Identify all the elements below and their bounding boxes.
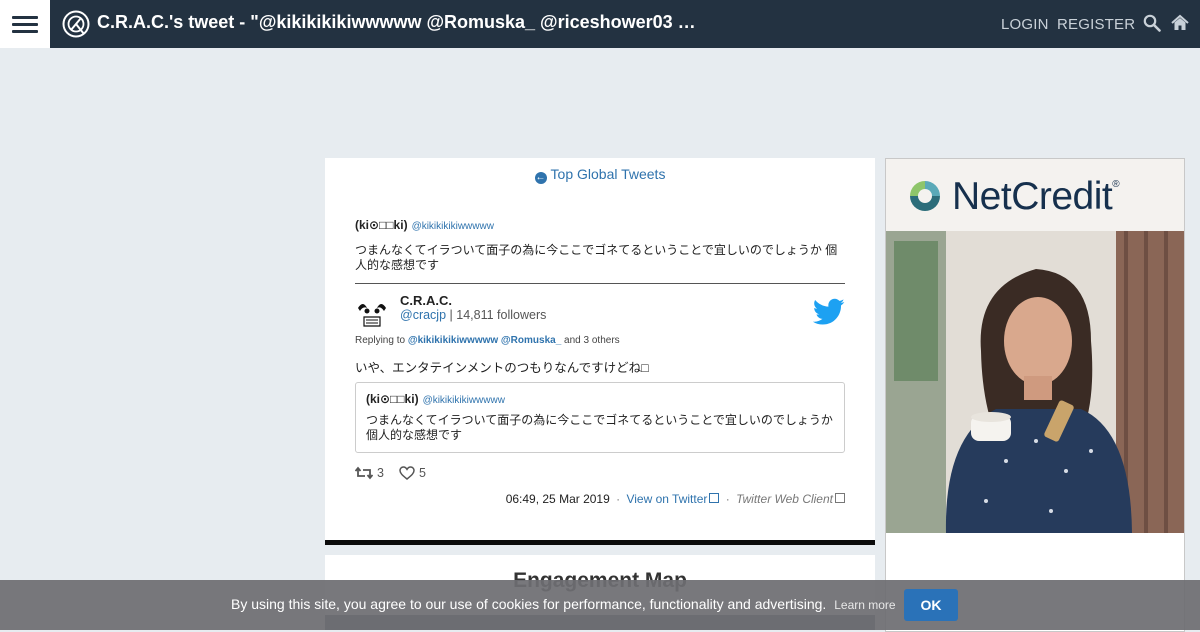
avatar[interactable] — [355, 296, 389, 330]
external-link-icon — [835, 493, 845, 503]
retweet-number: 3 — [377, 466, 384, 480]
reply-suffix: and 3 others — [564, 335, 620, 346]
embedded-quote-author-name: (ki⊙□□ki) — [366, 392, 419, 406]
back-circle-icon: ← — [534, 172, 547, 184]
cookie-banner: By using this site, you agree to our use… — [0, 580, 1200, 630]
menu-icon[interactable] — [0, 0, 50, 48]
search-icon[interactable] — [1143, 14, 1161, 32]
home-icon[interactable] — [1171, 14, 1189, 32]
embedded-quote-text: つまんなくてイラついて面子の為に今ここでゴネてるということで宜しいのでしょうか … — [366, 413, 833, 442]
ad-brand: NetCredit® — [952, 175, 1120, 219]
reply-context: Replying to @kikikikikiwwwww @Romuska_ a… — [355, 335, 620, 346]
tweet-meta: 06:49, 25 Mar 2019 · View on Twitter · T… — [506, 492, 845, 506]
reply-users-link[interactable]: @kikikikikiwwwww @Romuska_ — [408, 335, 561, 346]
cookie-ok-button[interactable]: OK — [904, 589, 958, 621]
card-separator — [325, 540, 875, 545]
ad-logo-area: NetCredit® — [886, 159, 1184, 231]
cookie-text: By using this site, you agree to our use… — [231, 596, 827, 612]
embedded-quote[interactable]: (ki⊙□□ki) @kikikikikiwwwww つまんなくてイラついて面子の… — [355, 382, 845, 453]
tweet-author-handle[interactable]: @cracjp — [400, 308, 446, 322]
learn-more-link[interactable]: Learn more — [834, 598, 895, 612]
login-link[interactable]: LOGIN — [1001, 16, 1049, 33]
embedded-quote-handle[interactable]: @kikikikikiwwwww — [423, 395, 505, 406]
quoted-text: つまんなくてイラついて面子の為に今ここでゴネてるということで宜しいのでしょうか … — [355, 243, 838, 272]
tweet-card: ← Top Global Tweets (ki⊙□□ki) @kikikikikiw… — [325, 158, 875, 540]
top-global-tweets-link[interactable]: ← Top Global Tweets — [325, 166, 875, 184]
ad-image — [886, 231, 1184, 533]
ad-brand-mark: ® — [1112, 179, 1120, 190]
quoted-author-handle[interactable]: @kikikikikiwwwww — [412, 221, 494, 232]
follower-count: | 14,811 followers — [449, 308, 547, 322]
page-title: C.R.A.C.'s tweet - "@kikikikikiwwwww @Ro… — [97, 12, 696, 32]
quoted-author: (ki⊙□□ki) @kikikikikiwwwww — [355, 218, 494, 232]
ad-brand-text: NetCredit — [952, 175, 1113, 218]
advertisement[interactable]: NetCredit® — [885, 158, 1185, 632]
view-on-twitter-label: View on Twitter — [626, 492, 708, 506]
retweet-icon — [354, 466, 374, 480]
quoted-author-name: (ki⊙□□ki) — [355, 218, 408, 232]
client-label: Twitter Web Client — [736, 492, 833, 506]
tweet-timestamp: 06:49, 25 Mar 2019 — [505, 492, 610, 506]
tweet-author-name[interactable]: C.R.A.C. — [400, 293, 452, 308]
client-link[interactable]: Twitter Web Client — [736, 492, 845, 506]
cookie-message: By using this site, you agree to our use… — [231, 596, 896, 612]
embedded-quote-author: (ki⊙□□ki) @kikikikikiwwwww — [366, 392, 505, 406]
heart-icon — [399, 466, 415, 480]
tweet-author-meta: @cracjp | 14,811 followers — [400, 308, 546, 322]
twitter-bird-icon — [813, 298, 845, 325]
retweet-count[interactable]: 3 — [354, 466, 384, 480]
like-count[interactable]: 5 — [399, 466, 426, 480]
register-link[interactable]: REGISTER — [1057, 16, 1135, 33]
netcredit-logo-icon — [910, 181, 940, 211]
site-logo-icon[interactable] — [62, 10, 90, 38]
tweet-text: いや、エンタテインメントのつもりなんですけどね□ — [355, 361, 649, 375]
view-on-twitter-link[interactable]: View on Twitter — [626, 492, 720, 506]
divider — [355, 283, 845, 284]
back-link-label: Top Global Tweets — [550, 166, 666, 182]
top-navbar: C.R.A.C.'s tweet - "@kikikikikiwwwww @Ro… — [0, 0, 1200, 48]
reply-prefix: Replying to — [355, 335, 406, 346]
like-number: 5 — [419, 466, 426, 480]
external-link-icon — [709, 493, 720, 503]
